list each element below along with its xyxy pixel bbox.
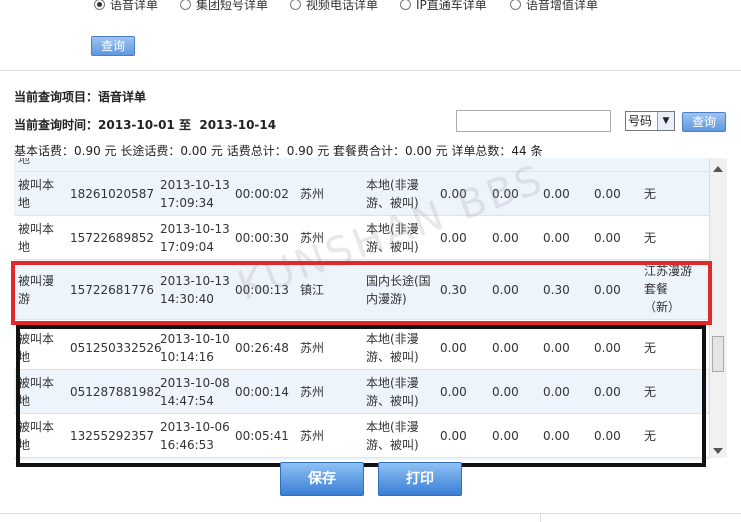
radio-dot (94, 0, 105, 10)
cell-pkg-line: 无 (644, 231, 657, 245)
radio-group-short-number[interactable]: 集团短号详单 (180, 0, 268, 13)
date-to-label: 至 (178, 118, 191, 132)
table-row-partial: 地 (14, 158, 709, 172)
radio-dot (180, 0, 191, 10)
cell-pkg: 无 (644, 185, 656, 203)
cell-category-line: 本地(非漫 (366, 178, 419, 192)
query-time-label: 当前查询时间： (14, 118, 99, 132)
table-row: 被叫本地 18261020587 2013-10-13 17:09:34 00:00:0… (14, 172, 709, 216)
cell-date: 2013-10-13 (160, 222, 230, 236)
scroll-up-icon[interactable] (713, 166, 723, 172)
scroll-down-icon[interactable] (713, 448, 723, 454)
radio-label: 视频电话详单 (306, 0, 379, 12)
current-query-item: 当前查询项目：语音详单 (14, 90, 147, 104)
cell-duration: 00:00:30 (235, 231, 289, 245)
radio-dot (290, 0, 301, 10)
radio-dot (400, 0, 411, 10)
bottom-divider (0, 513, 741, 514)
search-input[interactable] (456, 110, 611, 132)
cell-type-line: 地 (18, 240, 31, 254)
highlight-black-box (16, 325, 706, 467)
bottom-divider-tick (540, 513, 541, 522)
date-to: 2013-10-14 (199, 118, 277, 132)
radio-voice-detail[interactable]: 语音详单 (94, 0, 158, 13)
print-button[interactable]: 打印 (378, 462, 462, 496)
cell-f4: 0.00 (594, 187, 621, 201)
date-from: 2013-10-01 (98, 118, 175, 132)
cell-number: 15722689852 (70, 231, 154, 245)
cell-date: 2013-10-13 (160, 178, 230, 192)
cell-datetime: 2013-10-13 17:09:34 (160, 176, 230, 212)
cell-f4: 0.00 (594, 231, 621, 245)
radio-ip-direct[interactable]: IP直通车详单 (400, 0, 487, 13)
search-field-select[interactable]: 号码 ▼ (625, 111, 675, 131)
radio-video-call[interactable]: 视频电话详单 (290, 0, 378, 13)
radio-dot (510, 0, 521, 10)
save-button[interactable]: 保存 (280, 462, 364, 496)
current-query-time: 当前查询时间：2013-10-01 至 2013-10-14 (14, 116, 276, 133)
cell-type: 被叫本地 (18, 176, 54, 212)
cell-place: 苏州 (300, 187, 325, 201)
cell-type-line: 被叫本 (18, 222, 55, 236)
cell-time: 17:09:04 (160, 240, 214, 254)
cell-type: 被叫本地 (18, 220, 54, 256)
scrollbar-thumb[interactable] (712, 336, 724, 372)
radio-voice-value-added[interactable]: 语音增值详单 (510, 0, 598, 13)
select-value: 号码 (628, 114, 653, 128)
highlight-red-box (11, 261, 712, 325)
cell-type-line: 地 (18, 196, 31, 210)
radio-label: 语音增值详单 (526, 0, 599, 12)
divider (0, 70, 741, 71)
fee-summary: 基本话费：0.90 元 长途话费：0.00 元 话费总计：0.90 元 套餐费合… (14, 144, 543, 158)
cell-f3: 0.00 (543, 231, 570, 245)
cell-time: 17:09:34 (160, 196, 214, 210)
cell-number: 18261020587 (70, 187, 154, 201)
cell-type-line: 被叫本 (18, 178, 55, 192)
radio-label: IP直通车详单 (416, 0, 487, 12)
cell-pkg-line: 无 (644, 187, 657, 201)
cell-datetime: 2013-10-13 17:09:04 (160, 220, 230, 256)
search-query-button[interactable]: 查询 (682, 112, 726, 132)
query-button[interactable]: 查询 (91, 36, 135, 56)
radio-label: 集团短号详单 (196, 0, 269, 12)
radio-label: 语音详单 (110, 0, 159, 12)
cell-duration: 00:00:02 (235, 187, 289, 201)
cell-f2: 0.00 (492, 231, 519, 245)
query-type-group: 语音详单 集团短号详单 视频电话详单 IP直通车详单 语音增值详单 (0, 0, 741, 14)
chevron-down-icon: ▼ (657, 112, 674, 130)
cell-pkg: 无 (644, 229, 656, 247)
